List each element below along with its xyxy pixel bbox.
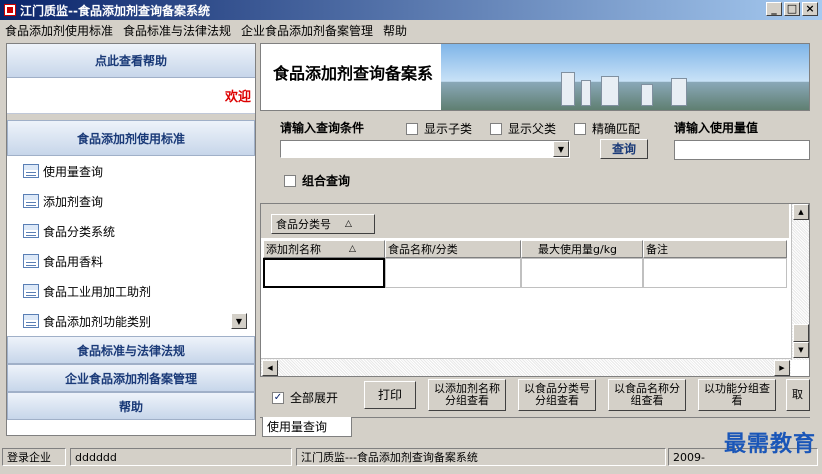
watermark: 最需教育	[723, 431, 816, 457]
combined-query-checkbox[interactable]: 组合查询	[284, 172, 350, 189]
usage-value-label: 请输入使用量值	[674, 121, 759, 135]
sidebar: 点此查看帮助 欢迎 食品添加剂使用标准 使用量查询 添加剂查询 食品分类系统 食…	[6, 43, 256, 436]
query-label: 请输入查询条件	[280, 121, 365, 135]
banner-title: 食品添加剂查询备案系	[273, 64, 434, 83]
city-skyline-image	[441, 44, 809, 110]
group-tag-food-category[interactable]: 食品分类号 △	[271, 214, 375, 234]
scroll-right-icon[interactable]: ▶	[774, 360, 790, 376]
document-icon	[23, 194, 39, 208]
main-panel: 食品添加剂查询备案系 请输入查询条件 显示子类 显示父类 精确匹配 请输入使用量…	[260, 43, 810, 437]
group-by-function-button[interactable]: 以功能分组查看	[698, 379, 776, 411]
grid-header: 添加剂名称 △ 食品名称/分类 最大使用量g/kg 备注	[263, 240, 787, 258]
document-icon	[23, 284, 39, 298]
query-button[interactable]: 查询	[600, 139, 648, 159]
menu-bar: 食品添加剂使用标准 食品标准与法律法规 企业食品添加剂备案管理 帮助	[0, 20, 822, 40]
usage-value-input[interactable]	[674, 140, 810, 160]
title-bar: 江门质监--食品添加剂查询备案系统 _ □ ×	[0, 0, 822, 20]
minimize-button[interactable]: _	[766, 2, 782, 16]
group-by-category-button[interactable]: 以食品分类号分组查看	[518, 379, 596, 411]
app-icon	[4, 4, 16, 16]
group-food-law[interactable]: 食品标准与法律法规	[7, 336, 255, 364]
sidebar-item-function-category[interactable]: 食品添加剂功能类别 ▼	[7, 306, 255, 336]
sort-up-icon: △	[345, 219, 352, 229]
status-login-value: dddddd	[70, 448, 292, 466]
group-by-additive-button[interactable]: 以添加剂名称分组查看	[428, 379, 506, 411]
menu-help[interactable]: 帮助	[378, 22, 412, 39]
window-title: 江门质监--食品添加剂查询备案系统	[20, 3, 210, 18]
banner: 食品添加剂查询备案系	[260, 43, 810, 111]
scroll-thumb[interactable]	[793, 324, 809, 342]
menu-food-law[interactable]: 食品标准与法律法规	[118, 22, 236, 39]
query-condition-combo[interactable]: ▼	[280, 140, 570, 158]
menu-filing-management[interactable]: 企业食品添加剂备案管理	[236, 22, 378, 39]
col-food-name[interactable]: 食品名称/分类	[385, 240, 521, 258]
group-additive-standard[interactable]: 食品添加剂使用标准	[7, 120, 255, 156]
document-icon	[23, 164, 39, 178]
sidebar-item-food-category[interactable]: 食品分类系统	[7, 216, 255, 246]
sidebar-item-flavoring[interactable]: 食品用香料	[7, 246, 255, 276]
col-additive-name[interactable]: 添加剂名称 △	[263, 240, 385, 258]
table-row[interactable]	[263, 258, 787, 288]
horizontal-scrollbar[interactable]: ◀ ▶	[261, 358, 791, 376]
scroll-up-icon[interactable]: ▲	[793, 204, 809, 220]
sidebar-item-usage-query[interactable]: 使用量查询	[7, 156, 255, 186]
status-login-label: 登录企业	[2, 448, 66, 466]
tab-usage-query[interactable]: 使用量查询	[262, 417, 352, 437]
results-grid[interactable]: 食品分类号 △ 添加剂名称 △ 食品名称/分类 最大使用量g/kg 备注 ▲ ▼ ◀…	[260, 203, 810, 377]
group-help[interactable]: 帮助	[7, 392, 255, 420]
sidebar-item-additive-query[interactable]: 添加剂查询	[7, 186, 255, 216]
dropdown-arrow-icon[interactable]: ▼	[553, 141, 569, 157]
scroll-down-icon[interactable]: ▼	[231, 313, 247, 329]
group-by-area: 食品分类号 △	[261, 204, 789, 238]
document-icon	[23, 224, 39, 238]
vertical-scrollbar[interactable]: ▲ ▼	[791, 204, 809, 360]
show-parent-checkbox[interactable]: 显示父类	[490, 120, 556, 137]
col-max-usage[interactable]: 最大使用量g/kg	[521, 240, 643, 258]
group-filing-management[interactable]: 企业食品添加剂备案管理	[7, 364, 255, 392]
expand-all-checkbox[interactable]: ✓ 全部展开	[272, 389, 338, 406]
cancel-button[interactable]: 取	[786, 379, 810, 411]
document-icon	[23, 314, 39, 328]
col-remark[interactable]: 备注	[643, 240, 787, 258]
sort-up-icon: △	[349, 244, 356, 254]
help-header[interactable]: 点此查看帮助	[7, 44, 255, 78]
scroll-down-icon[interactable]: ▼	[793, 342, 809, 358]
maximize-button[interactable]: □	[784, 2, 800, 16]
menu-additive-standard[interactable]: 食品添加剂使用标准	[0, 22, 118, 39]
checkmark-icon: ✓	[272, 391, 284, 404]
print-button[interactable]: 打印	[364, 381, 416, 409]
document-icon	[23, 254, 39, 268]
scroll-left-icon[interactable]: ◀	[262, 360, 278, 376]
close-button[interactable]: ×	[802, 2, 818, 16]
sidebar-item-processing-aid[interactable]: 食品工业用加工助剂	[7, 276, 255, 306]
welcome-text: 欢迎	[7, 78, 255, 114]
exact-match-checkbox[interactable]: 精确匹配	[574, 120, 640, 137]
group-by-foodname-button[interactable]: 以食品名称分组查看	[608, 379, 686, 411]
status-bar: 登录企业 dddddd 江门质监---食品添加剂查询备案系统 2009-	[0, 444, 822, 474]
status-app-name: 江门质监---食品添加剂查询备案系统	[296, 448, 666, 466]
show-children-checkbox[interactable]: 显示子类	[406, 120, 472, 137]
